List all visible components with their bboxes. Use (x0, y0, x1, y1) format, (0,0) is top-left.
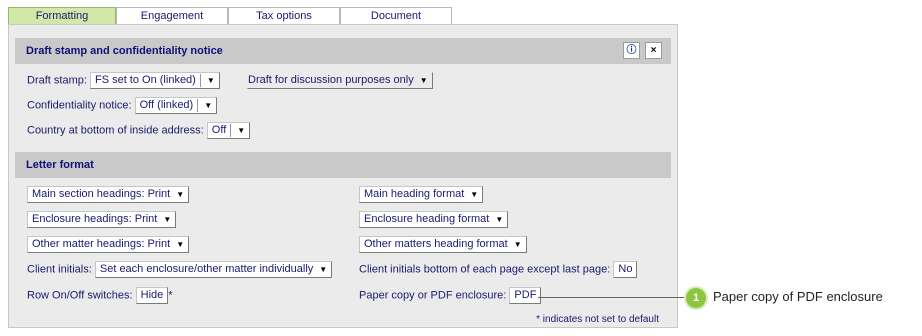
chevron-down-icon: ▼ (237, 126, 246, 135)
other-format-dropdown[interactable]: Other matters heading format ▼ (359, 236, 527, 253)
enclosure-format-dropdown[interactable]: Enclosure heading format ▼ (359, 211, 509, 228)
other-format-value: Other matters heading format (364, 238, 508, 250)
draft-stamp-value: FS set to On (linked) (94, 74, 196, 86)
callout-connector (538, 297, 688, 298)
client-initials-bottom-row: Client initials bottom of each page exce… (359, 261, 638, 278)
paper-pdf-toggle[interactable]: PDF (509, 287, 542, 304)
confidentiality-dropdown[interactable]: Off (linked) ▼ (134, 97, 218, 114)
tab-bar: Formatting options Engagement options Ta… (8, 7, 452, 38)
enclosure-headings-value: Enclosure headings: Print (32, 213, 158, 225)
main-format-row: Main heading format ▼ (359, 186, 484, 203)
options-panel: Draft stamp and confidentiality notice ⓘ… (8, 24, 678, 328)
tab-document-settings[interactable]: Document settings (340, 7, 452, 38)
section-letter-format-header: Letter format (15, 152, 671, 178)
paper-pdf-row: Paper copy or PDF enclosure: PDF (359, 287, 542, 304)
row-switches-label: Row On/Off switches: (27, 289, 133, 302)
row-switches-value: Hide (140, 289, 164, 301)
draft-text-row: Draft for discussion purposes only ▼ (247, 72, 433, 89)
confidentiality-label: Confidentiality notice: (27, 99, 132, 112)
client-initials-bottom-label: Client initials bottom of each page exce… (359, 263, 611, 276)
chevron-down-icon: ▼ (319, 265, 328, 274)
row-switches-row: Row On/Off switches: Hide * (27, 287, 173, 304)
main-headings-dropdown[interactable]: Main section headings: Print ▼ (27, 186, 190, 203)
chevron-down-icon: ▼ (206, 76, 215, 85)
chevron-down-icon: ▼ (513, 240, 522, 249)
callout-text: Paper copy of PDF enclosure (713, 289, 883, 304)
draft-text-value: Draft for discussion purposes only (248, 74, 414, 86)
chevron-down-icon: ▼ (495, 215, 504, 224)
client-initials-bottom-value: No (618, 263, 633, 275)
close-icon[interactable]: × (645, 42, 662, 59)
client-initials-bottom-toggle[interactable]: No (613, 261, 638, 278)
paper-pdf-value: PDF (514, 289, 537, 301)
chevron-down-icon: ▼ (419, 76, 428, 85)
other-format-row: Other matters heading format ▼ (359, 236, 527, 253)
other-headings-dropdown[interactable]: Other matter headings: Print ▼ (27, 236, 190, 253)
client-initials-row: Client initials: Set each enclosure/othe… (27, 261, 333, 278)
confidentiality-value: Off (linked) (139, 99, 194, 111)
enclosure-format-value: Enclosure heading format (364, 213, 490, 225)
callout-number-badge: 1 (686, 288, 706, 308)
main-headings-row: Main section headings: Print ▼ (27, 186, 190, 203)
default-footnote: * indicates not set to default (536, 314, 659, 325)
enclosure-format-row: Enclosure heading format ▼ (359, 211, 509, 228)
paper-pdf-label: Paper copy or PDF enclosure: (359, 289, 507, 302)
country-value: Off (211, 124, 227, 136)
chevron-down-icon: ▼ (204, 101, 213, 110)
draft-text-dropdown[interactable]: Draft for discussion purposes only ▼ (247, 72, 433, 89)
main-headings-value: Main section headings: Print (32, 188, 171, 200)
main-format-dropdown[interactable]: Main heading format ▼ (359, 186, 484, 203)
confidentiality-row: Confidentiality notice: Off (linked) ▼ (27, 97, 218, 114)
other-headings-value: Other matter headings: Print (32, 238, 171, 250)
draft-stamp-dropdown[interactable]: FS set to On (linked) ▼ (89, 72, 220, 89)
tab-formatting-options[interactable]: Formatting options (8, 7, 116, 38)
section-title: Letter format (26, 159, 94, 171)
draft-stamp-row: Draft stamp: FS set to On (linked) ▼ (27, 72, 220, 89)
tab-engagement-options[interactable]: Engagement options (116, 7, 228, 38)
enclosure-headings-row: Enclosure headings: Print ▼ (27, 211, 177, 228)
chevron-down-icon: ▼ (470, 190, 479, 199)
client-initials-label: Client initials: (27, 263, 92, 276)
country-row: Country at bottom of inside address: Off… (27, 122, 251, 139)
not-default-asterisk: * (168, 289, 173, 302)
country-label: Country at bottom of inside address: (27, 124, 204, 137)
chevron-down-icon: ▼ (176, 240, 185, 249)
main-format-value: Main heading format (364, 188, 465, 200)
row-switches-toggle[interactable]: Hide (135, 287, 169, 304)
section-title: Draft stamp and confidentiality notice (26, 45, 223, 57)
country-dropdown[interactable]: Off ▼ (206, 122, 251, 139)
client-initials-value: Set each enclosure/other matter individu… (99, 263, 314, 275)
chevron-down-icon: ▼ (176, 190, 185, 199)
chevron-down-icon: ▼ (163, 215, 172, 224)
other-headings-row: Other matter headings: Print ▼ (27, 236, 190, 253)
draft-stamp-label: Draft stamp: (27, 74, 87, 87)
tab-tax-options[interactable]: Tax options (228, 7, 340, 25)
client-initials-dropdown[interactable]: Set each enclosure/other matter individu… (94, 261, 333, 278)
info-icon[interactable]: ⓘ (623, 42, 640, 59)
enclosure-headings-dropdown[interactable]: Enclosure headings: Print ▼ (27, 211, 177, 228)
section-draft-stamp-header: Draft stamp and confidentiality notice (15, 38, 671, 64)
